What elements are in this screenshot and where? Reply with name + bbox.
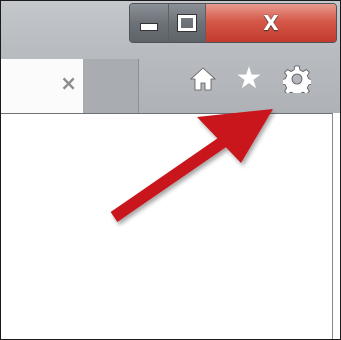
maximize-icon bbox=[178, 15, 196, 31]
browser-window-crop: X × ★ bbox=[0, 0, 341, 340]
star-icon[interactable]: ★ bbox=[235, 64, 263, 94]
minimize-icon bbox=[140, 23, 158, 31]
window-caption-buttons: X bbox=[129, 3, 337, 43]
browser-tab[interactable]: × bbox=[1, 59, 84, 113]
gear-icon[interactable] bbox=[283, 65, 311, 93]
maximize-button[interactable] bbox=[169, 4, 206, 42]
new-tab-button[interactable] bbox=[83, 59, 139, 113]
browser-chrome: X × ★ bbox=[1, 1, 340, 113]
tab-close-icon[interactable]: × bbox=[60, 71, 77, 95]
close-icon: X bbox=[263, 11, 279, 35]
address-bar[interactable] bbox=[1, 113, 333, 155]
home-icon[interactable] bbox=[189, 65, 217, 93]
minimize-button[interactable] bbox=[130, 4, 169, 42]
close-button[interactable]: X bbox=[206, 4, 336, 42]
page-content-area bbox=[1, 154, 333, 339]
